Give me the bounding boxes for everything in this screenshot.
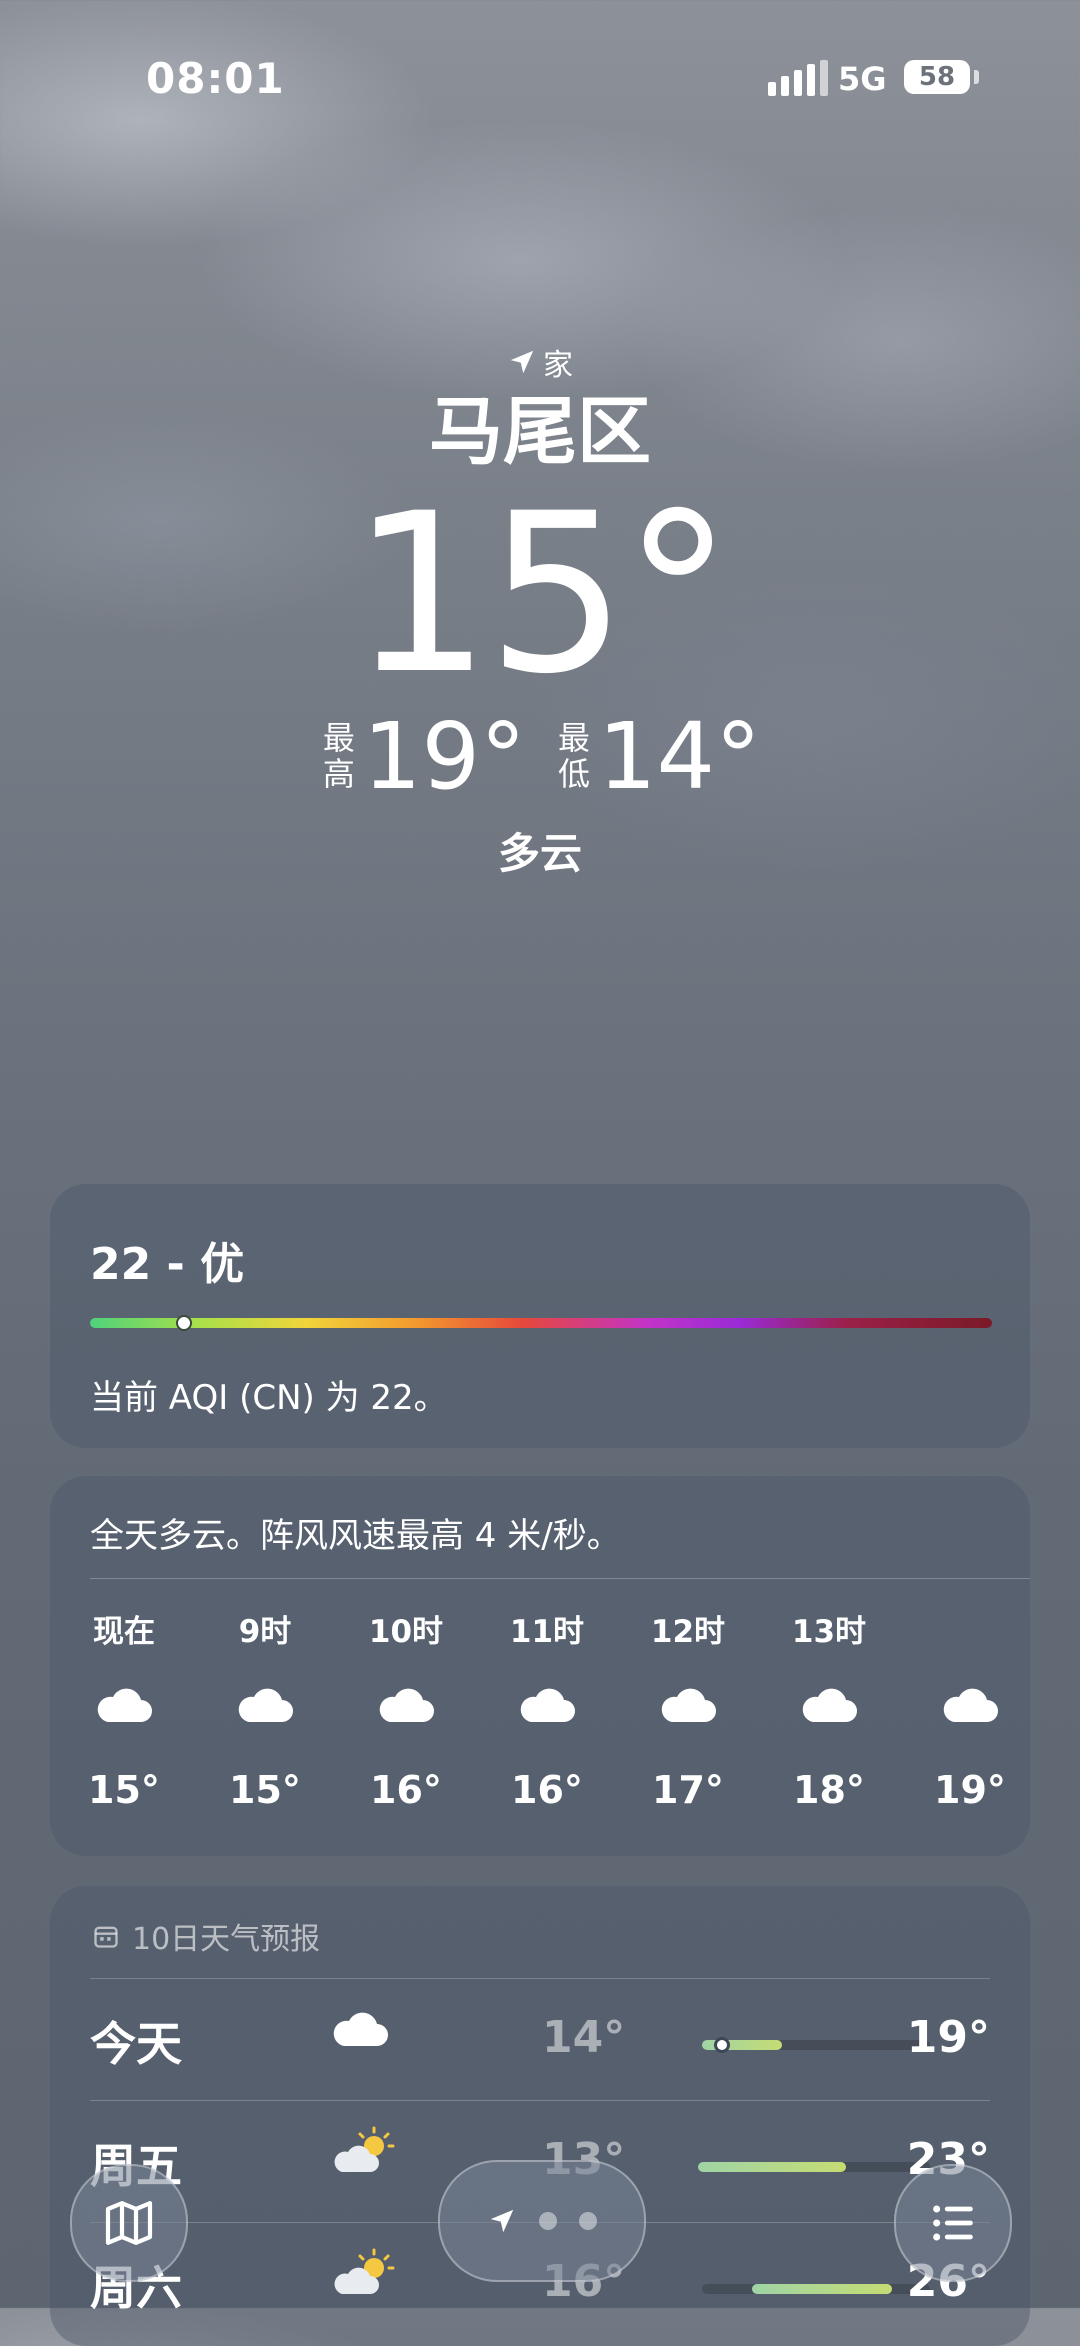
battery-tip <box>974 70 979 84</box>
current-temperature: 15° <box>351 466 733 722</box>
temp-range-bar <box>698 2162 930 2172</box>
ten-day-header: 10日天气预报 <box>92 1914 320 1958</box>
forecast-day: 今天 <box>90 2017 182 2071</box>
condition-label: 多云 <box>497 829 582 878</box>
aqi-scale-bar <box>90 1318 992 1328</box>
hourly-temp: 16° <box>370 1768 442 1812</box>
hourly-summary: 全天多云。阵风风速最高 4 米/秒。 <box>90 1516 621 1556</box>
forecast-row[interactable]: 今天 14° 19° <box>90 1980 990 2100</box>
hourly-item: 12时 17° <box>636 1606 740 1812</box>
forecast-low: 14° <box>542 2012 626 2063</box>
hourly-item: 10时 16° <box>354 1606 458 1812</box>
partly-sunny-icon <box>334 2126 395 2172</box>
low-temperature: 14° <box>598 702 762 810</box>
forecast-high: 19° <box>906 2012 990 2063</box>
aqi-title: 22 - 优 <box>90 1239 245 1290</box>
aqi-indicator <box>176 1315 192 1331</box>
hourly-list[interactable]: 现在 15° 9时 15° 10时 16° 11时 16° 12时 17° 13… <box>72 1606 1022 1812</box>
cloud-icon <box>520 1688 575 1722</box>
low-label: 最低 <box>557 719 590 793</box>
page-dot[interactable] <box>579 2212 597 2230</box>
signal-icon <box>768 60 828 96</box>
current-temp-marker <box>714 2037 730 2053</box>
battery-icon: 58 <box>904 60 970 94</box>
cloud-icon <box>802 1688 857 1722</box>
map-icon <box>105 2201 153 2245</box>
hourly-item: 19° <box>918 1606 1022 1812</box>
temp-range-fill <box>698 2162 846 2172</box>
hourly-temp: 15° <box>88 1768 160 1812</box>
cloud-icon <box>238 1688 293 1722</box>
hourly-temp: 15° <box>229 1768 301 1812</box>
temp-range-bar <box>702 2284 930 2294</box>
hourly-forecast-card[interactable]: 全天多云。阵风风速最高 4 米/秒。 现在 15° 9时 15° 10时 16°… <box>50 1476 1030 1856</box>
hourly-item: 现在 15° <box>72 1606 176 1812</box>
hourly-time: 现在 <box>93 1614 155 1650</box>
list-icon <box>933 2205 973 2241</box>
aqi-card[interactable]: 22 - 优 当前 AQI (CN) 为 22。 <box>50 1184 1030 1448</box>
temp-range-fill <box>752 2284 892 2294</box>
status-bar: 08:01 5G 58 <box>0 0 1080 160</box>
location-arrow-icon <box>490 2209 514 2233</box>
cloud-icon <box>943 1688 998 1722</box>
high-temperature: 19° <box>362 702 526 810</box>
map-button[interactable] <box>70 2164 188 2282</box>
partly-sunny-icon <box>334 2248 395 2294</box>
calendar-icon <box>94 1926 118 1948</box>
hourly-time <box>918 1606 1022 1650</box>
hourly-time: 11时 <box>509 1614 585 1650</box>
hourly-temp: 18° <box>793 1768 865 1812</box>
location-pager[interactable] <box>438 2160 646 2282</box>
hourly-temp: 17° <box>652 1768 724 1812</box>
hourly-time: 9时 <box>238 1614 292 1650</box>
hourly-time: 13时 <box>791 1614 867 1650</box>
aqi-description: 当前 AQI (CN) 为 22。 <box>90 1378 448 1418</box>
hourly-temp: 16° <box>511 1768 583 1812</box>
page-dot[interactable] <box>539 2212 557 2230</box>
temp-range-bar <box>702 2037 930 2053</box>
divider <box>90 1978 990 1979</box>
hourly-item: 13时 18° <box>777 1606 881 1812</box>
current-weather: 家 马尾区 15° 最高 19° 最低 14° 多云 <box>0 340 1080 881</box>
location-tag: 家 <box>0 340 1080 384</box>
divider <box>90 2100 990 2101</box>
location-tag-label: 家 <box>543 348 573 383</box>
cloud-icon <box>97 1688 152 1722</box>
cloud-icon <box>379 1688 434 1722</box>
status-time: 08:01 <box>146 54 285 103</box>
hourly-item: 11时 16° <box>495 1606 599 1812</box>
cloud-icon <box>661 1688 716 1722</box>
ten-day-title: 10日天气预报 <box>132 1922 321 1957</box>
network-label: 5G <box>838 60 887 98</box>
hourly-time: 12时 <box>650 1614 726 1650</box>
high-label: 最高 <box>322 719 355 793</box>
hourly-time: 10时 <box>368 1614 444 1650</box>
hourly-item: 9时 15° <box>213 1606 317 1812</box>
cloud-icon <box>333 2012 388 2046</box>
hourly-temp: 19° <box>934 1768 1006 1812</box>
city-list-button[interactable] <box>894 2164 1012 2282</box>
location-arrow-icon <box>510 350 534 374</box>
city-name: 马尾区 <box>429 389 651 475</box>
divider <box>90 1578 1030 1579</box>
